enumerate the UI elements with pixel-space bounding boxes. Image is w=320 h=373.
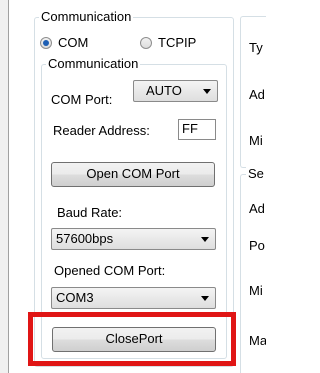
com-radio-label[interactable]: COM	[58, 35, 88, 50]
open-com-port-button[interactable]: Open COM Port	[51, 162, 215, 187]
right-top-label-3: Mi	[249, 133, 263, 148]
baud-rate-label: Baud Rate:	[57, 205, 123, 220]
chevron-down-icon	[201, 296, 209, 301]
right-bottom-legend: Se	[246, 166, 266, 181]
com-port-select[interactable]: AUTO	[133, 80, 218, 102]
com-port-label: COM Port:	[51, 92, 113, 107]
opened-com-port-label: Opened COM Port:	[54, 263, 166, 278]
right-top-label-2: Ad	[249, 87, 265, 102]
app-window: Communication COM TCPIP Communication CO…	[0, 0, 266, 373]
baud-rate-select[interactable]: 57600bps	[51, 228, 216, 250]
tcpip-radio[interactable]	[140, 37, 152, 49]
reader-address-value: FF	[182, 121, 198, 136]
reader-address-input[interactable]: FF	[178, 119, 216, 140]
reader-address-label: Reader Address:	[53, 123, 150, 138]
right-bottom-label-1: Ad	[249, 201, 265, 216]
chevron-down-icon	[201, 237, 209, 242]
opened-com-port-value: COM3	[56, 290, 94, 305]
com-port-value: AUTO	[146, 83, 182, 98]
highlight-box	[28, 312, 236, 366]
baud-rate-value: 57600bps	[56, 231, 114, 246]
chevron-down-icon	[203, 89, 211, 94]
right-bottom-label-4: Ma	[249, 333, 266, 348]
opened-com-port-select[interactable]: COM3	[51, 287, 216, 309]
com-settings-group-legend: Communication	[46, 56, 141, 71]
right-top-label-1: Ty	[249, 40, 263, 55]
right-bottom-label-2: Po	[249, 238, 265, 253]
com-radio[interactable]	[40, 37, 52, 49]
communication-group-legend: Communication	[39, 9, 134, 24]
right-bottom-label-3: Mi	[249, 283, 263, 298]
tcpip-radio-label[interactable]: TCPIP	[158, 35, 196, 50]
